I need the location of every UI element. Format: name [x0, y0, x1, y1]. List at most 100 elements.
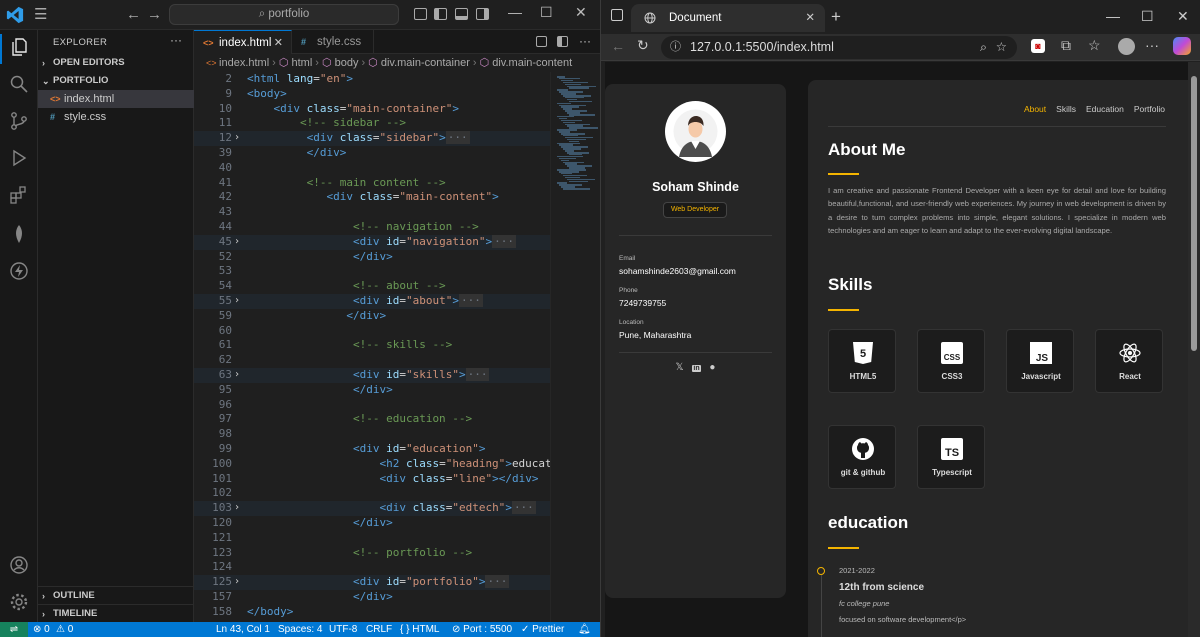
nav-education[interactable]: Education [1086, 104, 1124, 114]
new-tab-icon[interactable]: + [831, 7, 841, 27]
code-line[interactable]: 100 <h2 class="heading">education</ [194, 457, 550, 472]
minimize-icon[interactable]: — [1106, 8, 1120, 24]
address-bar[interactable]: ⓘ 127.0.0.1:5500/index.html ⌕ ☆ [661, 36, 1017, 59]
notifications-bell-icon[interactable]: 🔔︎ [578, 622, 591, 637]
code-line[interactable]: 9 <body> [194, 87, 550, 102]
extensions-puzzle-icon[interactable]: ⧉ [1061, 37, 1071, 54]
phone-value[interactable]: 7249739755 [619, 298, 666, 308]
timeline-section[interactable]: › TIMELINE [38, 604, 194, 622]
code-line[interactable]: 102 [194, 486, 550, 501]
fold-chevron-icon[interactable]: › [234, 131, 240, 146]
code-line[interactable]: 99 <div id="education"> [194, 442, 550, 457]
open-preview-icon[interactable] [536, 36, 547, 47]
code-line[interactable]: 54 <!-- about --> [194, 279, 550, 294]
code-editor[interactable]: 2 <html lang="en"> 9 <body> 10 <div class="m… [194, 72, 550, 622]
fold-chevron-icon[interactable]: › [234, 368, 240, 383]
split-editor-icon[interactable] [557, 36, 568, 47]
more-actions-icon[interactable]: ··· [170, 33, 182, 47]
tab-index-html[interactable]: <> index.html ✕ [194, 30, 292, 54]
back-arrow-icon[interactable]: ← [611, 38, 625, 54]
code-line[interactable]: 44 <!-- navigation --> [194, 220, 550, 235]
code-line[interactable]: 123 <!-- portfolio --> [194, 546, 550, 561]
maximize-icon[interactable]: ☐ [540, 4, 553, 21]
code-line[interactable]: 124 [194, 560, 550, 575]
code-line[interactable]: 52 </div> [194, 250, 550, 265]
code-line[interactable]: 98 [194, 427, 550, 442]
more-actions-icon[interactable]: ··· [579, 34, 591, 48]
search-icon[interactable] [9, 74, 29, 94]
more-menu-icon[interactable]: ··· [1145, 37, 1159, 53]
code-line[interactable]: 60 [194, 324, 550, 339]
code-line[interactable]: 40 [194, 161, 550, 176]
favorite-star-icon[interactable]: ☆ [996, 36, 1007, 59]
breadcrumb-item[interactable]: body [335, 57, 359, 69]
code-line[interactable]: 10 <div class="main-container"> [194, 102, 550, 117]
code-line[interactable]: 96 [194, 398, 550, 413]
cursor-position[interactable]: Ln 43, Col 1 [216, 622, 270, 637]
language-mode[interactable]: { } HTML [400, 622, 439, 637]
toggle-secondary-sidebar-icon[interactable] [476, 8, 489, 20]
fold-chevron-icon[interactable]: › [234, 294, 240, 309]
menu-icon[interactable]: ☰ [34, 7, 47, 22]
page-scrollbar[interactable] [1188, 62, 1200, 637]
browser-tab[interactable]: Document ✕ [631, 4, 825, 32]
outline-section[interactable]: › OUTLINE [38, 586, 194, 604]
minimize-icon[interactable]: — [508, 4, 522, 20]
code-line[interactable]: 101 <div class="line"></div> [194, 472, 550, 487]
breadcrumb-item[interactable]: div.main-container [381, 57, 470, 69]
copilot-icon[interactable] [1173, 37, 1191, 55]
file-style-css[interactable]: # style.css [38, 108, 194, 126]
nav-about[interactable]: About [1024, 104, 1046, 114]
breadcrumb-item[interactable]: html [292, 57, 313, 69]
toggle-sidebar-icon[interactable] [434, 8, 447, 20]
line-ending[interactable]: CRLF [366, 622, 392, 637]
close-window-icon[interactable]: ✕ [1177, 8, 1189, 25]
code-line[interactable]: 95 </div> [194, 383, 550, 398]
favorites-icon[interactable]: ☆ [1088, 37, 1101, 54]
mongodb-leaf-icon[interactable] [9, 224, 29, 244]
nav-portfolio[interactable]: Portfolio [1134, 104, 1165, 114]
profile-avatar[interactable] [1118, 38, 1135, 55]
code-line[interactable]: 103 › <div class="edtech"> ··· [194, 501, 550, 516]
prettier-status[interactable]: ✓ Prettier [521, 622, 564, 637]
site-info-icon[interactable]: ⓘ [670, 36, 681, 59]
code-line[interactable]: 125 › <div id="portfolio"> ··· [194, 575, 550, 590]
encoding[interactable]: UTF-8 [329, 622, 357, 637]
code-line[interactable]: 11 <!-- sidebar --> [194, 116, 550, 131]
nav-skills[interactable]: Skills [1056, 104, 1076, 114]
fold-chevron-icon[interactable]: › [234, 575, 240, 590]
breadcrumb-item[interactable]: div.main-content [492, 57, 572, 69]
code-line[interactable]: 53 [194, 264, 550, 279]
run-debug-icon[interactable] [9, 148, 29, 168]
source-control-icon[interactable] [9, 111, 29, 131]
linkedin-icon[interactable]: in [692, 365, 701, 372]
code-line[interactable]: 157 </div> [194, 590, 550, 605]
code-line[interactable]: 158 </body> [194, 605, 550, 620]
toggle-panel-icon[interactable] [455, 8, 468, 20]
fold-chevron-icon[interactable]: › [234, 501, 240, 516]
code-line[interactable]: 39 </div> [194, 146, 550, 161]
command-center-search[interactable]: ⌕ portfolio [169, 4, 399, 25]
code-line[interactable]: 63 › <div id="skills"> ··· [194, 368, 550, 383]
code-line[interactable]: 62 [194, 353, 550, 368]
thunder-client-icon[interactable] [9, 261, 29, 281]
github-icon[interactable]: ● [709, 362, 715, 373]
close-tab-icon[interactable]: ✕ [274, 31, 283, 55]
code-line[interactable]: 42 <div class="main-content"> [194, 190, 550, 205]
code-line[interactable]: 2 <html lang="en"> [194, 72, 550, 87]
extensions-icon[interactable] [9, 185, 29, 205]
minimap[interactable] [550, 72, 600, 622]
reload-icon[interactable]: ↻ [637, 37, 649, 54]
forward-arrow-icon[interactable]: → [147, 6, 162, 23]
fold-chevron-icon[interactable]: › [234, 235, 240, 250]
zoom-icon[interactable]: ⌕ [980, 36, 987, 59]
maximize-icon[interactable]: ☐ [1141, 8, 1154, 25]
breadcrumb-item[interactable]: index.html [219, 57, 269, 69]
code-line[interactable]: 61 <!-- skills --> [194, 338, 550, 353]
scrollbar-thumb[interactable] [1191, 76, 1197, 351]
remote-indicator-icon[interactable]: ⇌ [0, 622, 28, 637]
customize-layout-icon[interactable] [414, 8, 427, 20]
errors-count[interactable]: ⊗ 0 [33, 622, 50, 637]
warnings-count[interactable]: ⚠ 0 [56, 622, 73, 637]
code-line[interactable]: 55 › <div id="about"> ··· [194, 294, 550, 309]
